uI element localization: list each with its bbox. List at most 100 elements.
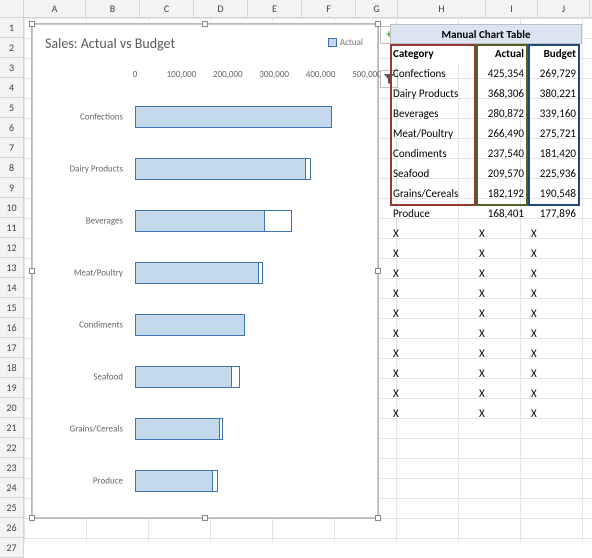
rowhead-2[interactable]: 2 xyxy=(0,38,24,58)
rowhead-13[interactable]: 13 xyxy=(0,258,24,278)
rowhead-20[interactable]: 20 xyxy=(0,398,24,418)
rowhead-21[interactable]: 21 xyxy=(0,418,24,438)
colhead-J[interactable]: J xyxy=(538,0,590,18)
rowhead-5[interactable]: 5 xyxy=(0,98,24,118)
colhead-I[interactable]: I xyxy=(486,0,538,18)
th-budget[interactable]: Budget xyxy=(528,44,580,64)
table-row-placeholder[interactable]: XXX xyxy=(390,364,582,384)
table-cell[interactable]: 168,401 xyxy=(476,204,528,224)
rowhead-14[interactable]: 14 xyxy=(0,278,24,298)
select-all-corner[interactable] xyxy=(0,0,24,18)
table-row[interactable]: Produce168,401177,896 xyxy=(390,204,582,224)
table-row[interactable]: Dairy Products368,306380,221 xyxy=(390,84,582,104)
table-cell[interactable]: Produce xyxy=(390,204,476,224)
colhead-C[interactable]: C xyxy=(140,0,194,18)
table-cell[interactable]: X xyxy=(390,304,476,324)
table-row[interactable]: Beverages280,872339,160 xyxy=(390,104,582,124)
table-cell[interactable]: Beverages xyxy=(390,104,476,124)
table-cell[interactable]: X xyxy=(476,324,528,344)
table-row[interactable]: Meat/Poultry266,490275,721 xyxy=(390,124,582,144)
table-cell[interactable]: X xyxy=(476,224,528,244)
table-cell[interactable]: 190,548 xyxy=(528,184,580,204)
table-row[interactable]: Grains/Cereals182,192190,548 xyxy=(390,184,582,204)
colhead-B[interactable]: B xyxy=(86,0,140,18)
table-cell[interactable]: Meat/Poultry xyxy=(390,124,476,144)
table-cell[interactable]: 225,936 xyxy=(528,164,580,184)
table-cell[interactable]: X xyxy=(390,264,476,284)
table-cell[interactable]: X xyxy=(528,404,580,424)
table-cell[interactable]: X xyxy=(528,304,580,324)
table-cell[interactable]: X xyxy=(390,324,476,344)
rowhead-12[interactable]: 12 xyxy=(0,238,24,258)
table-cell[interactable]: X xyxy=(528,264,580,284)
chart-plot-area[interactable]: 0100,000200,000300,000400,000500,000 Con… xyxy=(45,69,365,505)
colhead-F[interactable]: F xyxy=(302,0,356,18)
table-cell[interactable]: X xyxy=(476,304,528,324)
table-row[interactable]: Confections425,354269,729 xyxy=(390,64,582,84)
table-row-placeholder[interactable]: XXX xyxy=(390,264,582,284)
table-cell[interactable]: 182,192 xyxy=(476,184,528,204)
bar-actual[interactable] xyxy=(135,418,220,440)
table-cell[interactable]: 209,570 xyxy=(476,164,528,184)
rowhead-4[interactable]: 4 xyxy=(0,78,24,98)
table-cell[interactable]: X xyxy=(476,244,528,264)
table-cell[interactable]: 275,721 xyxy=(528,124,580,144)
rowhead-10[interactable]: 10 xyxy=(0,198,24,218)
colhead-D[interactable]: D xyxy=(194,0,248,18)
table-row-placeholder[interactable]: XXX xyxy=(390,224,582,244)
table-cell[interactable]: Condiments xyxy=(390,144,476,164)
rowhead-23[interactable]: 23 xyxy=(0,458,24,478)
table-row-placeholder[interactable]: XXX xyxy=(390,344,582,364)
table-row-placeholder[interactable]: XXX xyxy=(390,384,582,404)
bar-actual[interactable] xyxy=(135,314,245,336)
rowhead-15[interactable]: 15 xyxy=(0,298,24,318)
table-cell[interactable]: 181,420 xyxy=(528,144,580,164)
table-cell[interactable]: X xyxy=(528,224,580,244)
table-cell[interactable]: X xyxy=(476,264,528,284)
table-cell[interactable]: X xyxy=(390,224,476,244)
table-cell[interactable]: X xyxy=(528,284,580,304)
table-cell[interactable]: X xyxy=(476,364,528,384)
colhead-H[interactable]: H xyxy=(398,0,486,18)
bar-actual[interactable] xyxy=(135,470,213,492)
table-row-placeholder[interactable]: XXX xyxy=(390,324,582,344)
colhead-G[interactable]: G xyxy=(356,0,398,18)
th-category[interactable]: Category xyxy=(390,44,476,64)
table-cell[interactable]: X xyxy=(528,384,580,404)
table-cell[interactable]: X xyxy=(390,284,476,304)
rowhead-7[interactable]: 7 xyxy=(0,138,24,158)
table-cell[interactable]: X xyxy=(390,244,476,264)
table-cell[interactable]: Confections xyxy=(390,64,476,84)
rowhead-9[interactable]: 9 xyxy=(0,178,24,198)
rowhead-19[interactable]: 19 xyxy=(0,378,24,398)
table-row[interactable]: Seafood209,570225,936 xyxy=(390,164,582,184)
bar-actual[interactable] xyxy=(135,210,265,232)
table-cell[interactable]: 425,354 xyxy=(476,64,528,84)
table-cell[interactable]: 339,160 xyxy=(528,104,580,124)
table-cell[interactable]: X xyxy=(476,344,528,364)
th-actual[interactable]: Actual xyxy=(476,44,528,64)
bar-actual[interactable] xyxy=(135,262,259,284)
table-cell[interactable]: 380,221 xyxy=(528,84,580,104)
table-cell[interactable]: X xyxy=(390,404,476,424)
table-row-placeholder[interactable]: XXX xyxy=(390,304,582,324)
table-cell[interactable]: X xyxy=(528,344,580,364)
table-cell[interactable]: Seafood xyxy=(390,164,476,184)
table-cell[interactable]: 280,872 xyxy=(476,104,528,124)
rowhead-16[interactable]: 16 xyxy=(0,318,24,338)
table-cell[interactable]: 368,306 xyxy=(476,84,528,104)
rowhead-24[interactable]: 24 xyxy=(0,478,24,498)
bar-actual[interactable] xyxy=(135,106,332,128)
table-cell[interactable]: 237,540 xyxy=(476,144,528,164)
embedded-chart[interactable]: Sales: Actual vs Budget Actual 0100,0002… xyxy=(32,24,378,518)
rowhead-27[interactable]: 27 xyxy=(0,538,24,558)
table-cell[interactable]: Dairy Products xyxy=(390,84,476,104)
bar-actual[interactable] xyxy=(135,158,306,180)
table-cell[interactable]: X xyxy=(528,244,580,264)
rowhead-1[interactable]: 1 xyxy=(0,18,24,38)
table-cell[interactable]: X xyxy=(476,284,528,304)
colhead-A[interactable]: A xyxy=(24,0,86,18)
table-cell[interactable]: 266,490 xyxy=(476,124,528,144)
table-cell[interactable]: X xyxy=(476,404,528,424)
rowhead-22[interactable]: 22 xyxy=(0,438,24,458)
